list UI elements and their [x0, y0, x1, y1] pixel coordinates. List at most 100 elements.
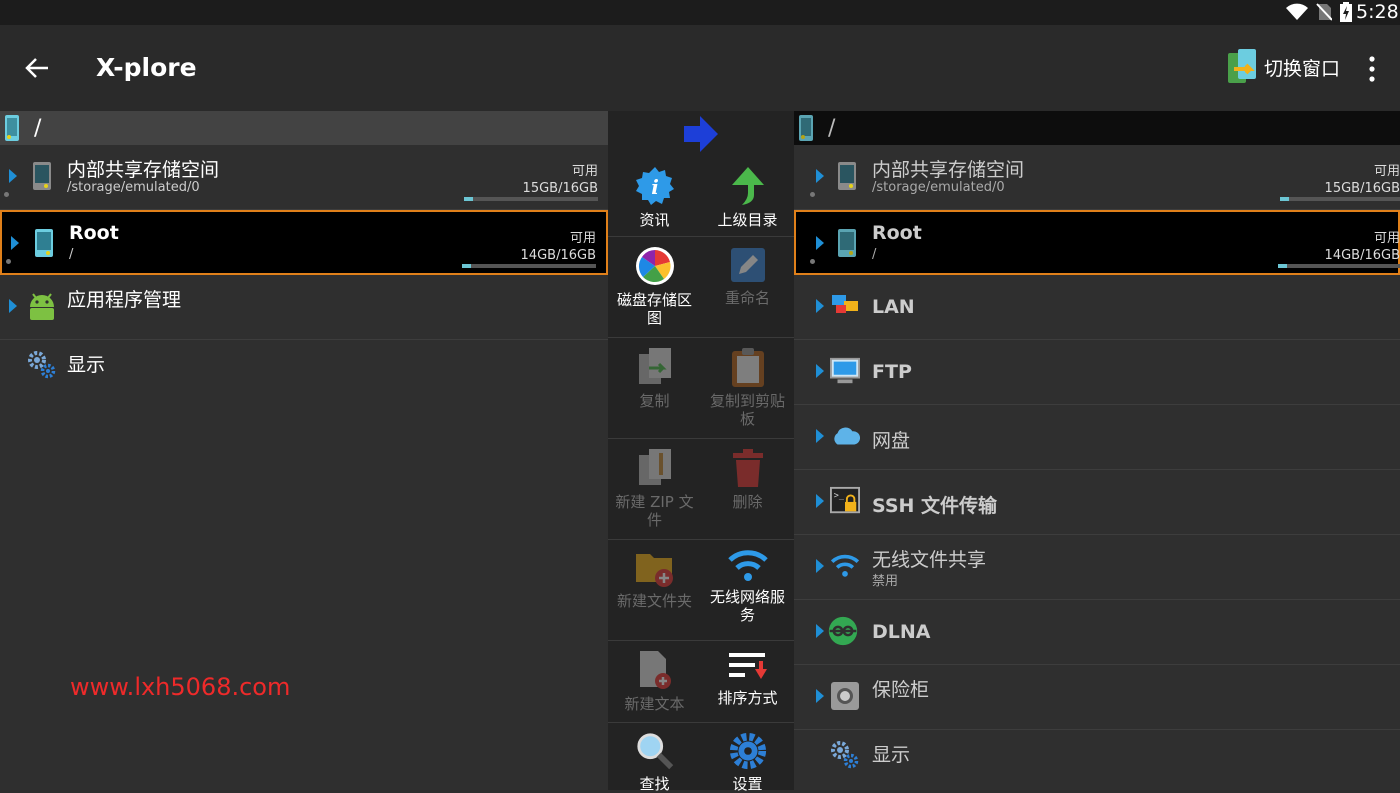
network-item-ftp[interactable]: FTP	[794, 340, 1400, 405]
monitor-icon	[830, 357, 860, 384]
dlna-icon	[828, 616, 858, 646]
watermark: www.lxh5068.com	[70, 673, 291, 701]
status-bar: 5:28	[0, 0, 1400, 25]
right-path: /	[828, 115, 836, 141]
item-name: 应用程序管理	[67, 289, 182, 311]
expand-arrow-icon[interactable]	[9, 299, 17, 313]
tool-label: 新建 ZIP 文件	[615, 493, 694, 529]
svg-text:i: i	[651, 175, 659, 199]
tool-label: 无线网络服务	[709, 588, 785, 624]
display-item[interactable]: 显示	[0, 340, 608, 405]
expand-arrow-icon[interactable]	[816, 559, 824, 573]
more-options-icon[interactable]	[1362, 55, 1382, 83]
expand-arrow-icon[interactable]	[816, 236, 824, 250]
clipboard-icon	[731, 348, 764, 387]
tool-new-zip-button[interactable]: 新建 ZIP 文件	[608, 439, 701, 540]
lan-icon	[832, 295, 858, 313]
switch-window-label: 切换窗口	[1264, 57, 1341, 80]
phone-storage-icon	[838, 229, 856, 257]
tool-new-folder-button[interactable]: 新建文件夹	[608, 540, 701, 641]
tool-search-button[interactable]: 查找	[608, 723, 701, 793]
storage-available: 可用 14GB/16GB	[1324, 231, 1400, 263]
expand-arrow-icon[interactable]	[816, 429, 824, 443]
app-title: X-plore	[96, 53, 197, 82]
vault-item[interactable]: 保险柜	[794, 665, 1400, 730]
new-folder-icon	[635, 554, 673, 587]
copy-icon	[638, 348, 671, 384]
tools-column: i 资讯 上级目录 磁盘存储区图 重命名 复制 复制到剪贴板 新建 ZIP 文件	[608, 111, 794, 793]
tool-delete-button[interactable]: 删除	[701, 439, 794, 540]
item-name: 网盘	[872, 430, 911, 452]
tool-rename-button[interactable]: 重命名	[701, 237, 794, 338]
tool-label: 查找	[639, 775, 670, 793]
network-item-ssh[interactable]: >_ SSH 文件传输	[794, 470, 1400, 535]
storage-usage-bar	[1278, 264, 1400, 268]
tool-label: 设置	[732, 775, 763, 793]
left-pane: / 内部共享存储空间 /storage/emulated/0 可用 15GB/16…	[0, 111, 608, 790]
info-icon: i	[635, 167, 674, 205]
expand-arrow-icon[interactable]	[816, 169, 824, 183]
network-item-dlna[interactable]: DLNA	[794, 600, 1400, 665]
storage-item-internal[interactable]: 内部共享存储空间 /storage/emulated/0 可用 15GB/16GB	[794, 145, 1400, 210]
tool-label: 删除	[732, 493, 763, 511]
device-icon	[799, 115, 813, 141]
expand-arrow-icon[interactable]	[816, 624, 824, 638]
expand-arrow-icon[interactable]	[816, 689, 824, 703]
tool-parent-dir-button[interactable]: 上级目录	[701, 157, 794, 237]
storage-item-internal[interactable]: 内部共享存储空间 /storage/emulated/0 可用 15GB/16GB	[0, 145, 608, 210]
new-text-icon	[639, 651, 671, 689]
left-path-bar[interactable]: /	[0, 111, 608, 145]
app-manager-item[interactable]: 应用程序管理	[0, 275, 608, 340]
item-name: 内部共享存储空间	[872, 159, 1025, 181]
tool-settings-button[interactable]: 设置	[701, 723, 794, 793]
left-path: /	[34, 115, 42, 141]
switch-window-button[interactable]: 切换窗口	[1224, 47, 1340, 87]
item-status: 禁用	[872, 574, 899, 589]
right-path-bar[interactable]: /	[794, 111, 1400, 145]
wifi-icon	[727, 550, 768, 581]
item-path: /storage/emulated/0	[67, 180, 200, 195]
tool-new-text-button[interactable]: 新建文本	[608, 641, 701, 723]
storage-usage-bar	[462, 264, 596, 268]
network-item-wifi-share[interactable]: 无线文件共享 禁用	[794, 535, 1400, 600]
tool-sort-button[interactable]: 排序方式	[701, 641, 794, 723]
storage-usage-bar	[464, 197, 598, 201]
right-pane: / 内部共享存储空间 /storage/emulated/0 可用 15GB/16…	[794, 111, 1400, 790]
item-name: 无线文件共享	[872, 549, 987, 571]
copy-direction-arrow-icon[interactable]	[682, 114, 720, 154]
tool-label: 排序方式	[717, 689, 778, 707]
network-item-cloud[interactable]: 网盘	[794, 405, 1400, 470]
item-name: 内部共享存储空间	[67, 159, 220, 181]
phone-storage-icon	[35, 229, 53, 257]
tool-label: 新建文件夹	[616, 592, 692, 610]
zip-icon	[638, 449, 671, 485]
expand-arrow-icon[interactable]	[816, 364, 824, 378]
storage-item-root[interactable]: Root / 可用 14GB/16GB	[794, 210, 1400, 275]
item-name: Root	[69, 222, 119, 244]
gears-icon	[831, 741, 859, 769]
expand-arrow-icon[interactable]	[9, 169, 17, 183]
device-icon	[5, 115, 19, 141]
storage-item-root[interactable]: Root / 可用 14GB/16GB	[0, 210, 608, 275]
expand-arrow-icon[interactable]	[816, 299, 824, 313]
rename-icon	[730, 248, 765, 282]
item-path: /storage/emulated/0	[872, 180, 1005, 195]
item-name: 显示	[872, 744, 911, 766]
phone-storage-icon	[33, 162, 51, 190]
display-item[interactable]: 显示	[794, 730, 1400, 790]
tool-label: 上级目录	[717, 211, 778, 229]
wifi-icon	[830, 554, 860, 577]
network-item-lan[interactable]: LAN	[794, 275, 1400, 340]
wifi-signal-icon	[1286, 3, 1308, 20]
expand-arrow-icon[interactable]	[11, 236, 19, 250]
tool-disk-map-button[interactable]: 磁盘存储区图	[608, 237, 701, 338]
item-path: /	[872, 247, 877, 262]
tool-copy-button[interactable]: 复制	[608, 338, 701, 439]
tool-wifi-service-button[interactable]: 无线网络服务	[701, 540, 794, 641]
back-arrow-icon[interactable]	[22, 53, 52, 83]
safe-icon	[831, 682, 859, 710]
tool-info-button[interactable]: i 资讯	[608, 157, 701, 237]
expand-arrow-icon[interactable]	[816, 494, 824, 508]
tool-label: 资讯	[639, 211, 670, 229]
tool-clipboard-button[interactable]: 复制到剪贴板	[701, 338, 794, 439]
